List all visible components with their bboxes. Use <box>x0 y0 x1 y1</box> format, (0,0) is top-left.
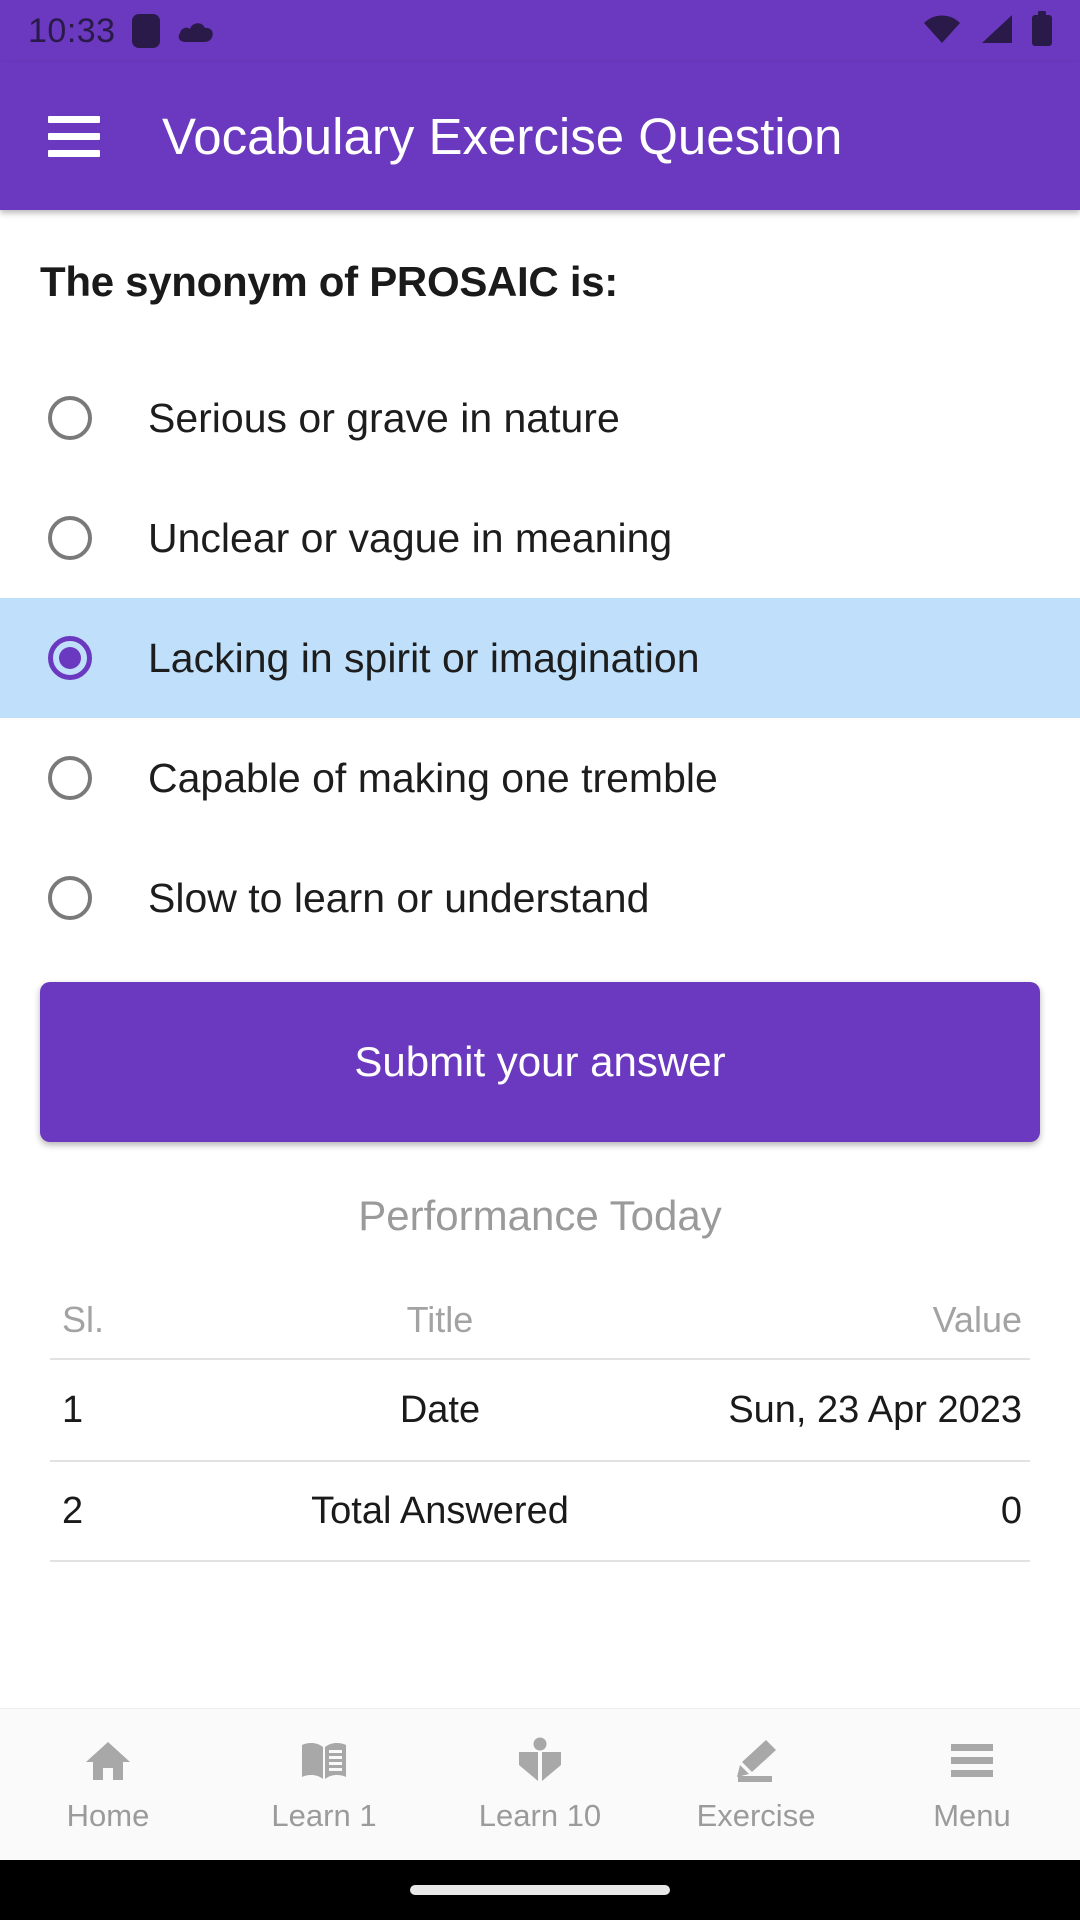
bottom-navigation-bar: Home Learn 1 Learn 10 Exercise Menu <box>0 1708 1080 1860</box>
column-header-sl: Sl. <box>62 1299 105 1340</box>
status-time: 10:33 <box>28 11 116 50</box>
gesture-home-pill[interactable] <box>410 1885 670 1895</box>
hamburger-menu-icon <box>949 1736 995 1786</box>
table-row: 2 Total Answered 0 <box>50 1460 1030 1562</box>
nav-label-exercise: Exercise <box>696 1797 816 1833</box>
hamburger-line <box>48 115 100 123</box>
performance-table: Sl. Title Value 1 Date Sun, 23 Apr 2023 … <box>0 1282 1080 1562</box>
radio-button-4[interactable] <box>48 756 92 800</box>
nav-label-learn-10: Learn 10 <box>478 1797 602 1833</box>
page-title: Vocabulary Exercise Question <box>162 107 843 165</box>
status-bar: 10:33 <box>0 0 1080 62</box>
column-header-title: Title <box>406 1299 474 1340</box>
radio-button-2[interactable] <box>48 516 92 560</box>
option-label-5: Slow to learn or understand <box>148 874 650 921</box>
option-row-3[interactable]: Lacking in spirit or imagination <box>0 598 1080 718</box>
radio-button-1[interactable] <box>48 396 92 440</box>
hamburger-line <box>48 149 100 157</box>
nav-item-learn-1[interactable]: Learn 1 <box>216 1736 432 1834</box>
question-text: The synonym of PROSAIC is: <box>40 258 618 305</box>
submit-button-container: Submit your answer <box>0 958 1080 1142</box>
status-bar-right <box>922 10 1054 52</box>
option-row-2[interactable]: Unclear or vague in meaning <box>0 478 1080 598</box>
cell-title: Total Answered <box>311 1489 569 1532</box>
radio-button-3[interactable] <box>48 636 92 680</box>
main-content: The synonym of PROSAIC is: Serious or gr… <box>0 210 1080 1920</box>
nav-item-menu[interactable]: Menu <box>864 1736 1080 1834</box>
column-header-value: Value <box>932 1299 1022 1340</box>
cell-value: Sun, 23 Apr 2023 <box>728 1388 1022 1431</box>
phone-screen: 10:33 Vocabulary Exercise Question The s… <box>0 0 1080 1920</box>
table-header-row: Sl. Title Value <box>50 1282 1030 1358</box>
option-row-1[interactable]: Serious or grave in nature <box>0 358 1080 478</box>
nav-item-learn-10[interactable]: Learn 10 <box>432 1736 648 1834</box>
radio-button-5[interactable] <box>48 876 92 920</box>
app-bar: Vocabulary Exercise Question <box>0 62 1080 210</box>
performance-table-head: Sl. Title Value <box>50 1282 1030 1358</box>
option-row-5[interactable]: Slow to learn or understand <box>0 838 1080 958</box>
nav-label-learn-1: Learn 1 <box>271 1797 377 1833</box>
cell-sl: 1 <box>62 1388 84 1431</box>
home-icon <box>84 1736 132 1786</box>
option-label-1: Serious or grave in nature <box>148 394 620 441</box>
performance-section-title: Performance Today <box>358 1192 722 1239</box>
open-book-icon <box>299 1736 349 1786</box>
nav-item-exercise[interactable]: Exercise <box>648 1736 864 1834</box>
pencil-edit-icon <box>732 1736 780 1786</box>
option-label-3: Lacking in spirit or imagination <box>148 634 700 681</box>
cell-title: Date <box>399 1388 481 1431</box>
battery-icon <box>1030 10 1054 52</box>
submit-answer-button[interactable]: Submit your answer <box>40 982 1040 1142</box>
table-row: 1 Date Sun, 23 Apr 2023 <box>50 1358 1030 1460</box>
cellular-signal-icon <box>978 13 1014 50</box>
nav-label-home: Home <box>66 1797 150 1833</box>
nav-item-home[interactable]: Home <box>0 1736 216 1834</box>
performance-table-body: 1 Date Sun, 23 Apr 2023 2 Total Answered… <box>50 1358 1030 1562</box>
status-bar-left: 10:33 <box>28 12 216 51</box>
option-label-4: Capable of making one tremble <box>148 754 718 801</box>
hamburger-line <box>48 132 100 140</box>
app-square-icon <box>131 14 160 48</box>
answer-options-group: Serious or grave in nature Unclear or va… <box>0 358 1080 958</box>
hamburger-menu-icon[interactable] <box>48 115 100 157</box>
cell-value: 0 <box>1000 1489 1022 1532</box>
option-row-4[interactable]: Capable of making one tremble <box>0 718 1080 838</box>
cell-sl: 2 <box>62 1489 84 1532</box>
person-reading-icon <box>516 1736 564 1786</box>
option-label-2: Unclear or vague in meaning <box>148 514 673 561</box>
cloud-icon <box>176 18 216 44</box>
nav-label-menu: Menu <box>933 1797 1011 1833</box>
system-gesture-bar <box>0 1860 1080 1920</box>
wifi-icon <box>922 13 962 50</box>
